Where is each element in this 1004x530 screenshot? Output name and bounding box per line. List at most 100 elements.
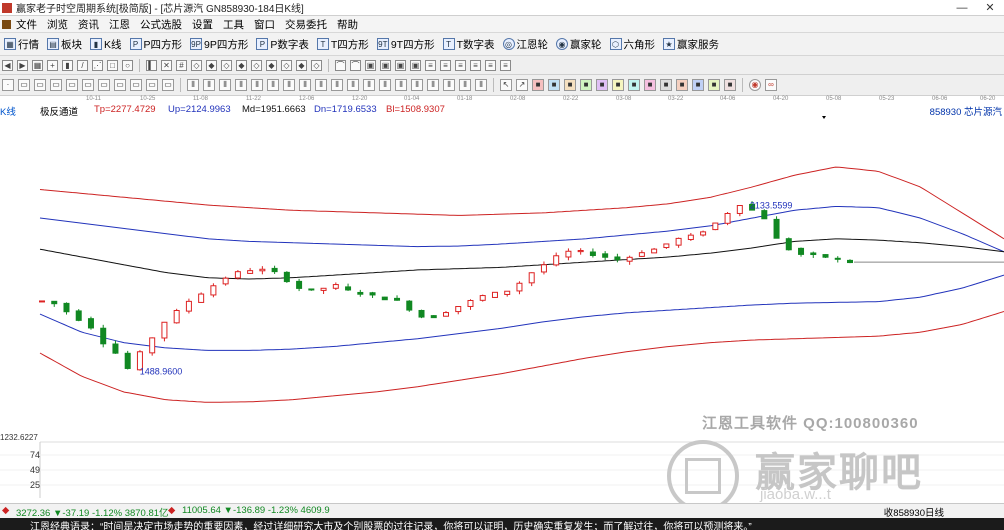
tool-diamond-icon[interactable]: ◇	[191, 59, 202, 71]
tool-chart-icon[interactable]: ▮	[62, 59, 73, 71]
tool-row-icon[interactable]: ▭	[98, 79, 110, 91]
toolbar-quotes-button[interactable]: ▦ 行情	[0, 37, 43, 52]
tool-bars-icon[interactable]: ⫴	[235, 79, 247, 91]
tool-infinity-icon[interactable]: ∞	[765, 79, 777, 91]
minimize-button[interactable]: —	[948, 2, 976, 14]
toolbar-sector-button[interactable]: ▤ 板块	[43, 37, 86, 52]
menu-tools[interactable]: 工具	[218, 17, 249, 32]
tool-color-icon[interactable]: ■	[580, 79, 592, 91]
menu-formula[interactable]: 公式选股	[135, 17, 187, 32]
menu-help[interactable]: 帮助	[332, 17, 363, 32]
tool-color-icon[interactable]: ■	[548, 79, 560, 91]
tool-color-icon[interactable]: ■	[612, 79, 624, 91]
tool-cross-icon[interactable]: ✕	[161, 59, 172, 71]
tool-bars-icon[interactable]: ⫴	[331, 79, 343, 91]
tool-color-icon[interactable]: ■	[596, 79, 608, 91]
tool-diamond-icon[interactable]: ◇	[221, 59, 232, 71]
toolbar-hexagon-button[interactable]: ⬡ 六角形	[606, 37, 660, 52]
tool-bars-icon[interactable]: ⫴	[251, 79, 263, 91]
tool-color-icon[interactable]: ■	[676, 79, 688, 91]
tool-row-icon[interactable]: ▭	[18, 79, 30, 91]
tool-row-icon[interactable]: ▭	[82, 79, 94, 91]
tool-row-icon[interactable]: ▭	[34, 79, 46, 91]
toolbar-t-table-button[interactable]: T T数字表	[439, 37, 499, 52]
tool-diamond-icon[interactable]: ◇	[281, 59, 292, 71]
tool-bars-icon[interactable]: ⫴	[363, 79, 375, 91]
tool-next-icon[interactable]: ▶	[17, 59, 28, 71]
tool-zoom-icon[interactable]: +	[47, 59, 58, 71]
menu-window[interactable]: 窗口	[249, 17, 280, 32]
tool-box-icon[interactable]: ▣	[380, 59, 391, 71]
tool-bars-icon[interactable]: ⫴	[395, 79, 407, 91]
menu-trade[interactable]: 交易委托	[280, 17, 332, 32]
menu-file[interactable]: 文件	[11, 17, 42, 32]
tool-bars-icon[interactable]: ⫴	[203, 79, 215, 91]
tool-lines-icon[interactable]: ≡	[485, 59, 496, 71]
tool-grid-icon[interactable]: ▦	[32, 59, 43, 71]
close-button[interactable]: ✕	[976, 1, 1004, 14]
tool-row-icon[interactable]: ▭	[130, 79, 142, 91]
menu-gann[interactable]: 江恩	[104, 17, 135, 32]
tool-bars-icon[interactable]: ⫴	[443, 79, 455, 91]
toolbar-service-button[interactable]: ★ 赢家服务	[659, 37, 723, 52]
tool-grid2-icon[interactable]: #	[176, 59, 187, 71]
tool-box-icon[interactable]: ▣	[410, 59, 421, 71]
tool-circle-icon[interactable]: ○	[122, 59, 133, 71]
tool-dot-icon[interactable]: ·	[2, 79, 14, 91]
tool-lines-icon[interactable]: ≡	[440, 59, 451, 71]
tool-bars-icon[interactable]: ⫴	[379, 79, 391, 91]
tool-bars-icon[interactable]: ⫴	[411, 79, 423, 91]
tool-bars-icon[interactable]: ⫴	[283, 79, 295, 91]
menu-browse[interactable]: 浏览	[42, 17, 73, 32]
tool-diamond-icon[interactable]: ◇	[311, 59, 322, 71]
tool-bars-icon[interactable]: ⫴	[347, 79, 359, 91]
tool-lines-icon[interactable]: ≡	[425, 59, 436, 71]
tool-bars-icon[interactable]: ⫴	[459, 79, 471, 91]
toolbar-kline-button[interactable]: ▮ K线	[86, 37, 126, 52]
tool-diamond-icon[interactable]: ◆	[236, 59, 247, 71]
tool-arc-icon[interactable]: ⌒	[335, 59, 346, 71]
status-shenzhen-index[interactable]: 11005.64 ▼-136.89 -1.23% 4609.9	[182, 505, 330, 516]
tool-diamond-icon[interactable]: ◆	[266, 59, 277, 71]
toolbar-winner-wheel-button[interactable]: ◉ 赢家轮	[552, 37, 606, 52]
tool-line-icon[interactable]: /	[77, 59, 88, 71]
tool-arc-icon[interactable]: ⌒	[350, 59, 361, 71]
tool-bars-icon[interactable]: ⫴	[427, 79, 439, 91]
tool-box-icon[interactable]: ▣	[365, 59, 376, 71]
tool-row-icon[interactable]: ▭	[66, 79, 78, 91]
toolbar-t-square-button[interactable]: T T四方形	[313, 37, 373, 52]
tool-color-icon[interactable]: ■	[564, 79, 576, 91]
tool-prev-icon[interactable]: ◀	[2, 59, 13, 71]
tool-bars-icon[interactable]: ⫴	[187, 79, 199, 91]
toolbar-9t-square-button[interactable]: 9T 9T四方形	[373, 37, 439, 52]
tool-pointer-icon[interactable]: ↗	[516, 79, 528, 91]
toolbar-9p-square-button[interactable]: 9P 9P四方形	[186, 37, 252, 52]
tool-row-icon[interactable]: ▭	[114, 79, 126, 91]
tool-bars-icon[interactable]: ⫴	[219, 79, 231, 91]
toolbar-gann-wheel-button[interactable]: ◎ 江恩轮	[499, 37, 553, 52]
tool-color-icon[interactable]: ■	[692, 79, 704, 91]
tool-color-icon[interactable]: ■	[628, 79, 640, 91]
tool-diamond-icon[interactable]: ◆	[296, 59, 307, 71]
tool-color-icon[interactable]: ■	[660, 79, 672, 91]
kline-chart[interactable]: 2133.55991488.96001232.6227	[0, 116, 1004, 442]
tool-color-icon[interactable]: ■	[708, 79, 720, 91]
tool-bars-icon[interactable]: ⫴	[315, 79, 327, 91]
tool-diamond-icon[interactable]: ◇	[251, 59, 262, 71]
tool-lines-icon[interactable]: ≡	[500, 59, 511, 71]
tool-bars-icon[interactable]: ⫴	[299, 79, 311, 91]
tool-box-icon[interactable]: ▣	[395, 59, 406, 71]
tool-row-icon[interactable]: ▭	[146, 79, 158, 91]
menu-settings[interactable]: 设置	[187, 17, 218, 32]
toolbar-p-table-button[interactable]: P P数字表	[252, 37, 313, 52]
tool-pointer-icon[interactable]: ↖	[500, 79, 512, 91]
tool-square-icon[interactable]: □	[107, 59, 118, 71]
status-shanghai-index[interactable]: 3272.36 ▼-37.19 -1.12% 3870.81亿	[16, 505, 169, 519]
tool-lines-icon[interactable]: ≡	[470, 59, 481, 71]
tool-diamond-icon[interactable]: ◆	[206, 59, 217, 71]
tool-color-icon[interactable]: ■	[644, 79, 656, 91]
menu-info[interactable]: 资讯	[73, 17, 104, 32]
tool-bar-icon[interactable]: ▍	[146, 59, 157, 71]
tool-color-icon[interactable]: ■	[532, 79, 544, 91]
tool-bars-icon[interactable]: ⫴	[267, 79, 279, 91]
